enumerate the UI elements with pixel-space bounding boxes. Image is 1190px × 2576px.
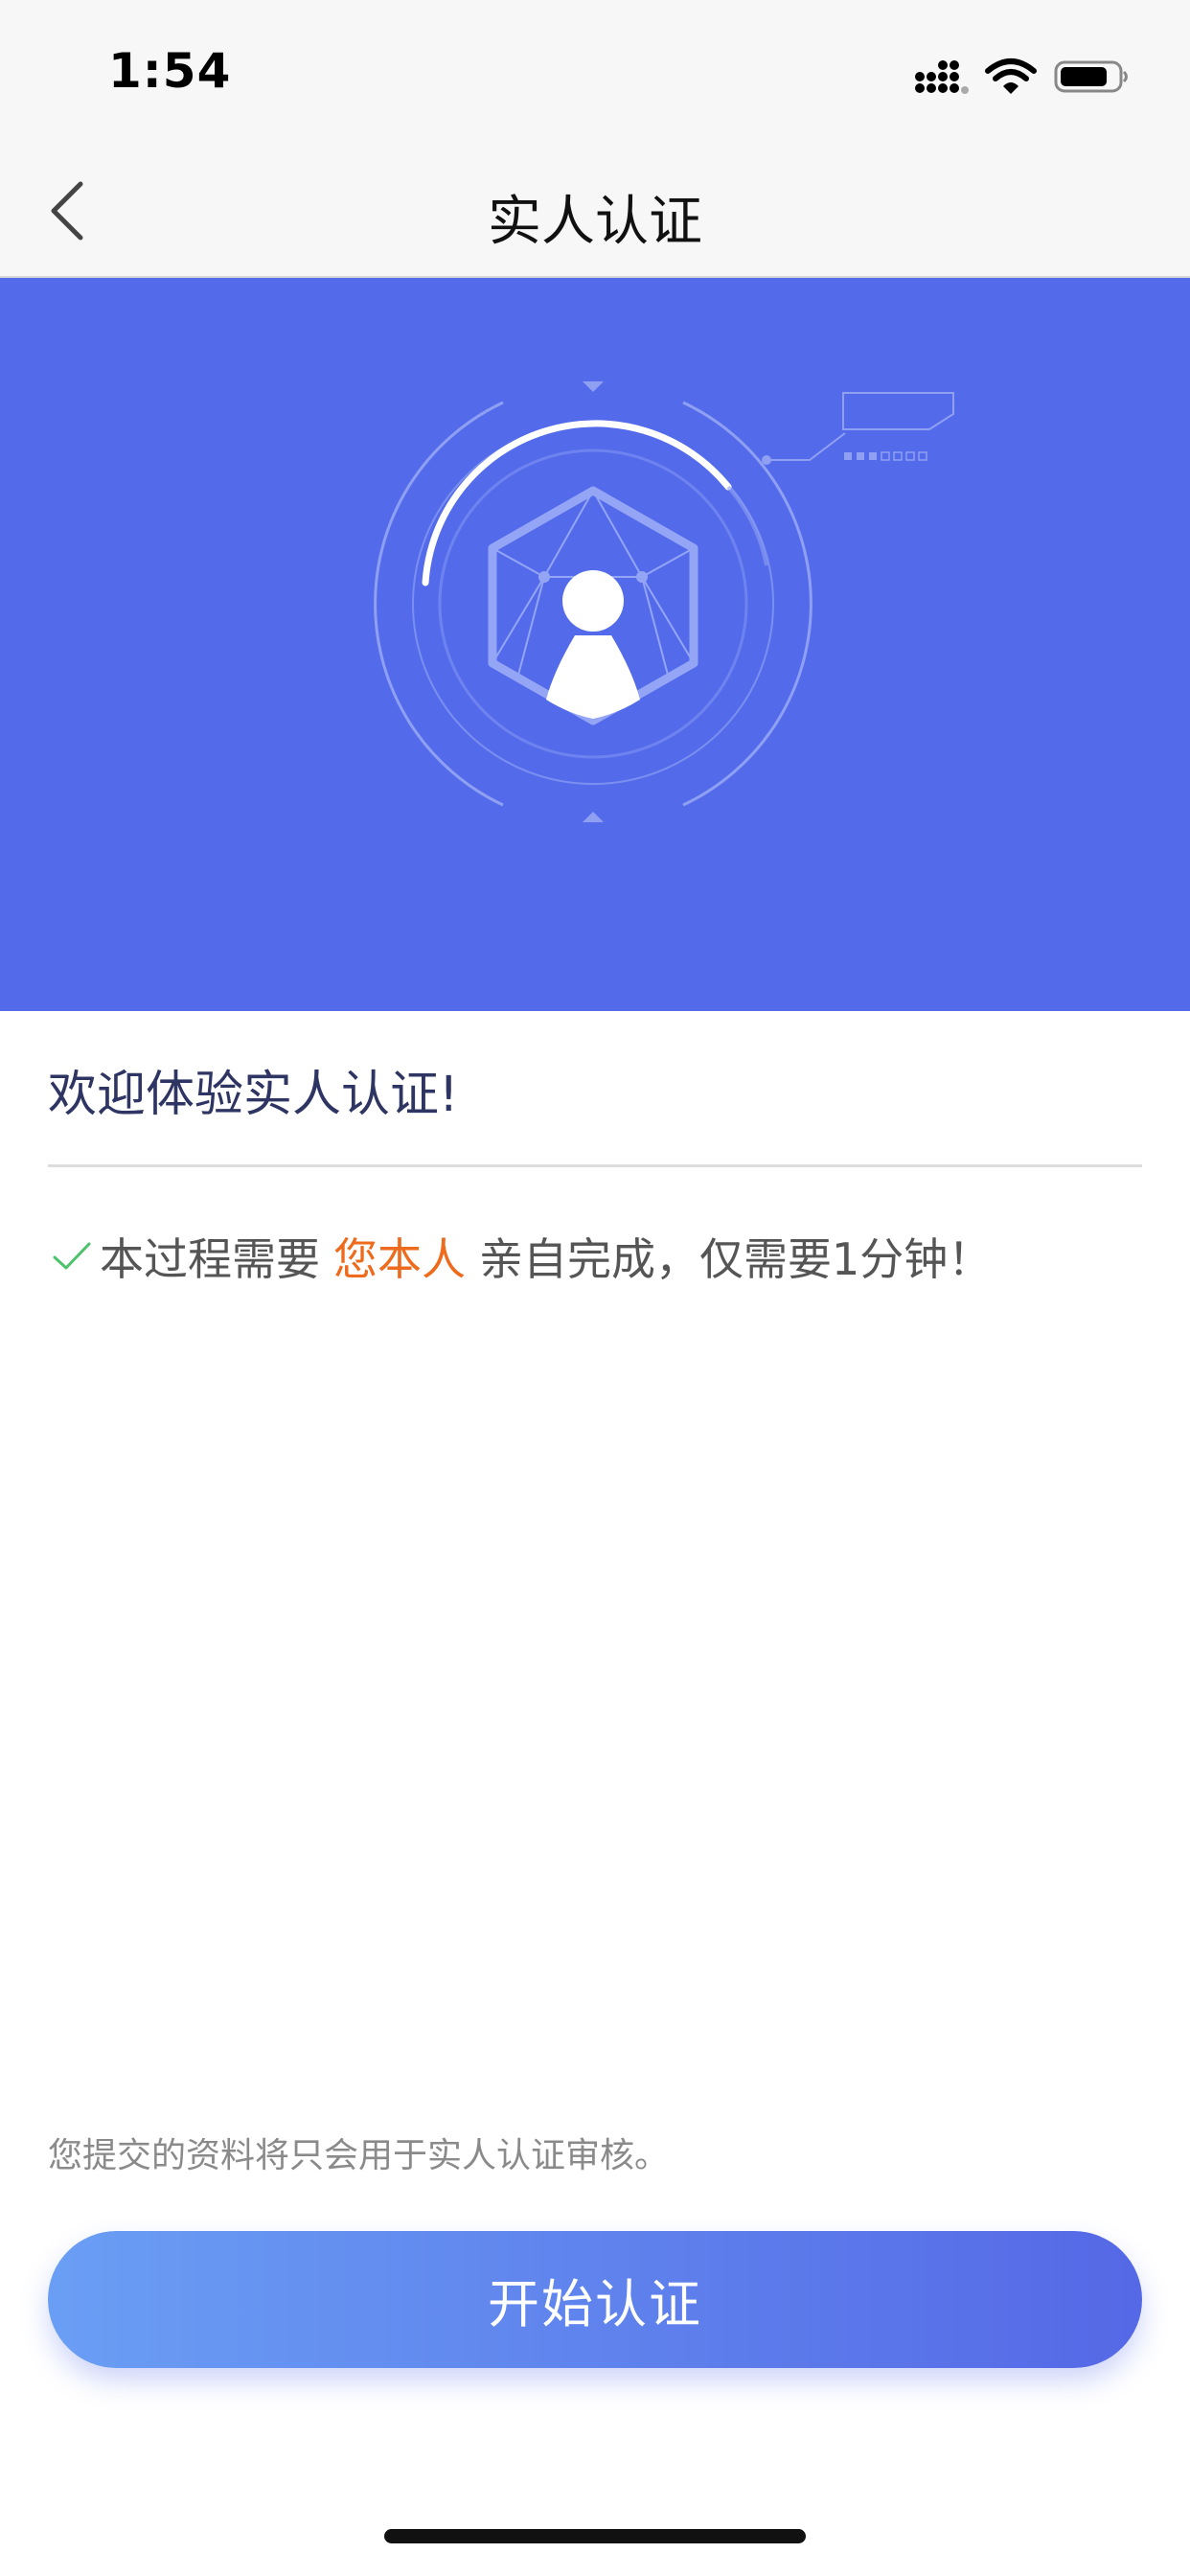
notice-prefix: 本过程需要 [100,1233,320,1285]
status-icons [914,56,1131,98]
privacy-note: 您提交的资料将只会用于实人认证审核。 [48,2136,670,2175]
wifi-icon [985,58,1037,94]
home-indicator[interactable] [384,2529,806,2543]
check-icon [53,1242,91,1270]
nav-bar: 实人认证 [0,144,1190,278]
notice-suffix: 亲自完成，仅需要1分钟！ [479,1233,993,1285]
page-title: 实人认证 [488,191,702,253]
start-verification-button[interactable]: 开始认证 [48,2231,1142,2368]
signal-icon [915,60,969,94]
welcome-title: 欢迎体验实人认证! [48,1067,459,1123]
divider [48,1164,1142,1167]
battery-icon [1054,60,1128,93]
status-time: 1:54 [108,43,232,99]
screen: 1:54 实人认证 欢迎体验实人认证! 本过程需要 您本人 亲自完成，仅需要1分… [0,0,1190,2576]
status-bar: 1:54 [0,0,1190,144]
notice-row: 本过程需要 您本人 亲自完成，仅需要1分钟！ [50,1225,992,1288]
start-verification-label: 开始认证 [488,2274,702,2334]
notice-highlight: 您本人 [333,1233,466,1285]
banner [0,278,1190,1011]
face-verification-illustration [374,381,954,822]
